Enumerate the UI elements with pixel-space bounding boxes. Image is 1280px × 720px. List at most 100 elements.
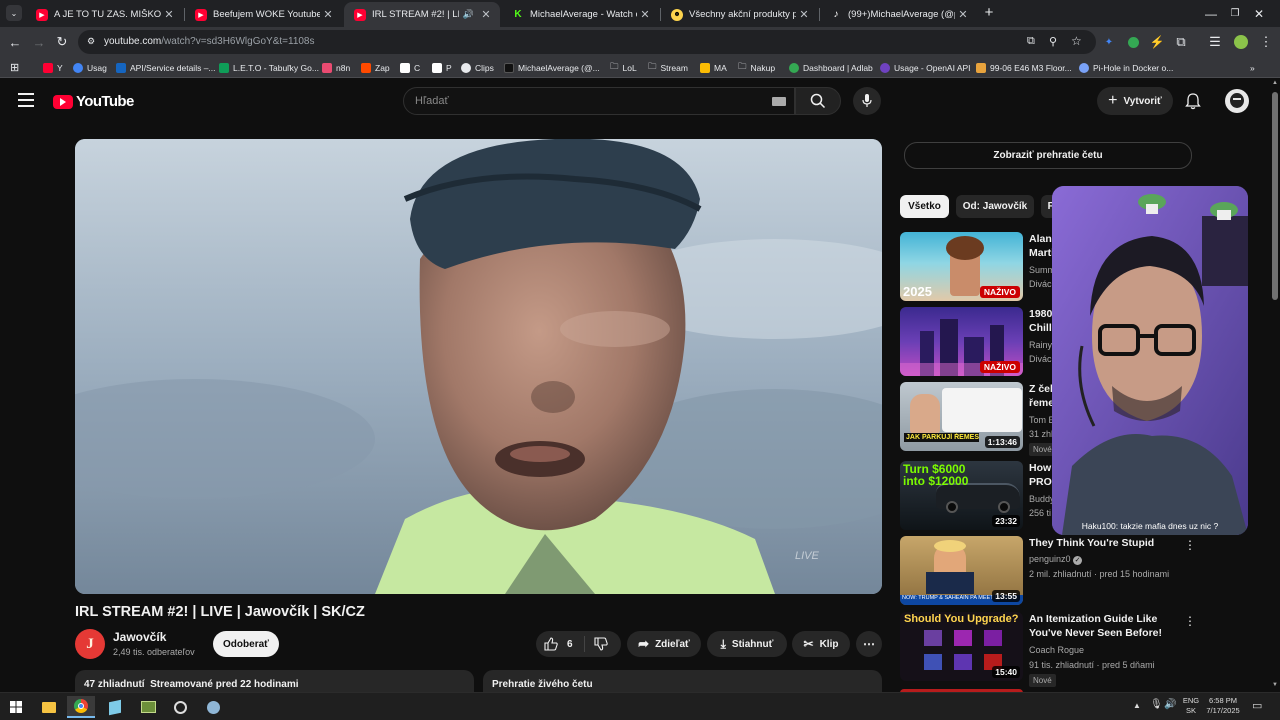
site-info-icon[interactable]: ⚙ (87, 36, 95, 47)
create-button[interactable]: + Vytvoriť (1097, 87, 1173, 115)
notifications-bell-icon[interactable] (1185, 93, 1201, 115)
voice-search-button[interactable] (853, 87, 881, 115)
forward-icon[interactable]: → (30, 33, 48, 51)
bookmark[interactable]: Usage - OpenAI API (880, 60, 971, 75)
tray-overflow-icon[interactable]: ▲ (1133, 701, 1141, 710)
browser-tab[interactable]: ▶ Beefujem WOKE Youtuberov. N ✕ (185, 2, 342, 27)
new-tab-icon[interactable]: + (980, 4, 998, 22)
zoom-icon[interactable]: ⚲ (1049, 35, 1057, 48)
close-tab-icon[interactable]: ✕ (955, 8, 971, 21)
bookmark-folder[interactable]: 🗀 Nakup (738, 60, 775, 75)
subscribe-button[interactable]: Odoberať (213, 631, 279, 657)
close-tab-icon[interactable]: ✕ (478, 8, 494, 21)
menu-kebab-icon[interactable]: ⋮ (1257, 33, 1275, 51)
close-tab-icon[interactable]: ✕ (320, 8, 336, 21)
extension-icon[interactable] (1124, 33, 1142, 51)
app-icon[interactable] (134, 696, 162, 718)
bookmark[interactable]: n8n (322, 60, 350, 75)
bookmark-folder[interactable]: 🗀 Stream (648, 60, 688, 75)
language-indicator[interactable]: ENG SK (1181, 696, 1201, 716)
extension-icon[interactable]: ⚡ (1148, 33, 1166, 51)
chip-from-channel[interactable]: Od: Jawovčík (956, 195, 1034, 218)
close-tab-icon[interactable]: ✕ (796, 8, 812, 21)
page-scrollbar[interactable]: ▲ ▼ (1270, 78, 1280, 692)
volume-icon[interactable]: 🔊 (1164, 699, 1176, 710)
hamburger-menu-icon[interactable] (18, 93, 34, 107)
bookmark[interactable]: MichaelAverage (@... (504, 60, 600, 75)
video-player[interactable]: LIVE (75, 139, 882, 594)
account-avatar[interactable] (1225, 89, 1249, 113)
more-actions-button[interactable]: ⋯ (856, 631, 882, 657)
more-vertical-icon[interactable]: ⋮ (1184, 614, 1196, 628)
bookmarks-overflow-icon[interactable]: » (1250, 60, 1255, 75)
browser-tab[interactable]: ▶ A JE TO TU ZAS. MIŠKO SI NEDÁ ✕ (26, 2, 183, 27)
reload-icon[interactable]: ↻ (53, 33, 71, 51)
bookmark[interactable]: Dashboard | Adlab (789, 60, 873, 75)
description-box[interactable]: 47 zhliadnutí Streamované pred 22 hodina… (75, 670, 474, 692)
chrome-icon[interactable] (67, 696, 95, 718)
back-icon[interactable]: ← (6, 33, 24, 51)
channel-name[interactable]: penguinz0 ✓ (1029, 554, 1083, 565)
channel-name[interactable]: Coach Rogue (1029, 645, 1084, 655)
audio-playing-icon[interactable]: 🔊 (463, 9, 474, 20)
recommended-video[interactable]: NOW: TRUMP & SAHEAIN PA MEET IN 13:55 Th… (900, 536, 1270, 606)
address-bar[interactable]: ⚙ youtube.com/watch?v=sd3H6WlgGoY&t=1108… (78, 30, 1096, 54)
channel-name[interactable]: Rainy (1029, 340, 1052, 350)
like-button[interactable]: 6 (544, 637, 573, 651)
download-button[interactable]: ⤓ Stiahnuť (707, 631, 787, 657)
bookmark[interactable]: 99-06 E46 M3 Floor... (976, 60, 1072, 75)
reading-list-icon[interactable]: ☰ (1206, 33, 1224, 51)
video-thumbnail[interactable]: JAK PARKUJÍ ŘEMESLNÍCI 1:13:46 (900, 382, 1023, 451)
apps-grid-icon[interactable]: ⊞ (10, 60, 19, 75)
clip-button[interactable]: ✂ Klip (792, 631, 850, 657)
video-thumbnail[interactable]: Should You Upgrade? 15:40 (900, 612, 1023, 681)
bookmark[interactable]: MA (700, 60, 727, 75)
search-input[interactable]: Hľadať (403, 87, 795, 115)
channel-name[interactable]: Tom E (1029, 415, 1055, 425)
close-window-icon[interactable]: ✕ (1236, 0, 1280, 27)
browser-tab[interactable]: ☻ Všechny akční produkty pro ko ✕ (661, 2, 818, 27)
channel-name[interactable]: Buddy (1029, 494, 1055, 504)
show-chat-replay-button[interactable]: Zobraziť prehratie četu (904, 142, 1192, 169)
live-chat-replay-box[interactable]: Prehratie živého četu (483, 670, 882, 692)
video-thumbnail[interactable]: NAŽIVO (900, 307, 1023, 376)
bookmark[interactable]: Pi-Hole in Docker o... (1079, 60, 1173, 75)
dislike-button[interactable] (594, 637, 608, 654)
app-icon[interactable] (199, 696, 227, 718)
recommended-video[interactable]: Should You Upgrade? 15:40 An Itemization… (900, 612, 1270, 687)
channel-name[interactable]: Jawovčík (113, 630, 166, 644)
extensions-puzzle-icon[interactable]: ⧉ (1172, 33, 1190, 51)
notifications-icon[interactable]: ▭ (1252, 699, 1262, 712)
bookmark[interactable]: Usag (73, 60, 107, 75)
extension-icon[interactable]: ✦ (1100, 33, 1118, 51)
start-windows-icon[interactable] (2, 696, 30, 718)
app-icon[interactable] (101, 696, 129, 718)
bookmark-star-icon[interactable]: ☆ (1071, 34, 1082, 48)
channel-avatar[interactable]: J (75, 629, 105, 659)
bookmark[interactable]: P (432, 60, 452, 75)
scrollbar-thumb[interactable] (1272, 92, 1278, 300)
file-explorer-icon[interactable] (35, 696, 63, 718)
video-thumbnail[interactable]: Turn $6000 into $12000 23:32 (900, 461, 1023, 530)
video-thumbnail[interactable]: NOW: TRUMP & SAHEAIN PA MEET IN 13:55 (900, 536, 1023, 605)
app-icon[interactable] (166, 696, 194, 718)
bookmark[interactable]: Clips (461, 60, 494, 75)
microphone-tray-icon[interactable]: 🎙 (1150, 699, 1163, 710)
youtube-logo[interactable]: YouTube (53, 93, 134, 110)
chip-all[interactable]: Všetko (900, 195, 949, 218)
browser-tab[interactable]: ♪ (99+)MichaelAverage (@proste ✕ (820, 2, 977, 27)
more-vertical-icon[interactable]: ⋮ (1184, 538, 1196, 552)
close-tab-icon[interactable]: ✕ (637, 8, 653, 21)
bookmark-folder[interactable]: 🗀 LoL (610, 60, 637, 75)
tab-search-button[interactable]: ⌄ (6, 5, 22, 21)
bookmark[interactable]: L.E.T.O - Tabuľky Go... (219, 60, 319, 75)
profile-avatar[interactable] (1232, 33, 1250, 51)
bookmark[interactable]: API/Service details –... (116, 60, 216, 75)
clock[interactable]: 6:58 PM 7/17/2025 (1203, 696, 1243, 716)
close-tab-icon[interactable]: ✕ (161, 8, 177, 21)
video-thumbnail[interactable]: 2025 NAŽIVO (900, 232, 1023, 301)
bookmark[interactable]: Y (43, 60, 63, 75)
search-button[interactable] (795, 87, 841, 115)
install-app-icon[interactable]: ⧉ (1027, 35, 1035, 48)
bookmark[interactable]: Zap (361, 60, 390, 75)
